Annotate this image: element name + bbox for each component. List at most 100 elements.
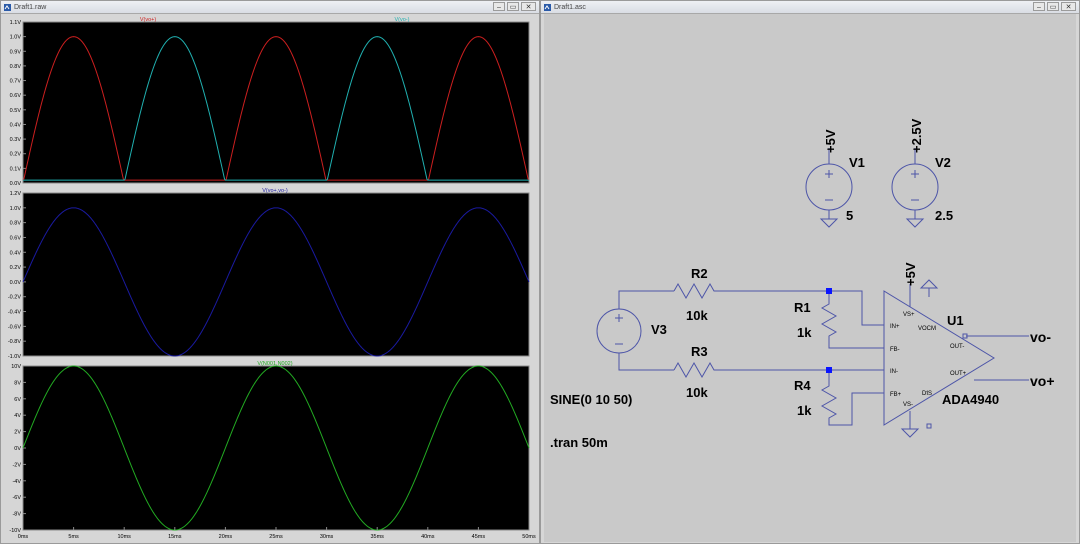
y-tick-label: 0.2V [10, 152, 22, 158]
y-tick-label: -0.8V [8, 339, 21, 345]
y-tick-label: 0.5V [10, 108, 22, 114]
schematic-window[interactable]: Draft1.asc – ▭ ✕ V1 5 +5V V2 2.5 +2.5V V… [540, 0, 1080, 544]
window-title: Draft1.raw [14, 3, 47, 11]
r3-value: 10k [686, 385, 708, 400]
y-tick-label: 4V [14, 413, 21, 419]
x-tick-label: 10ms [117, 534, 131, 540]
restore-button[interactable]: ▭ [1047, 2, 1059, 11]
x-tick-label: 30ms [320, 534, 334, 540]
y-tick-label: 1.2V [10, 191, 22, 197]
x-tick-label: 25ms [269, 534, 283, 540]
y-tick-label: 0.6V [10, 93, 22, 99]
pin-fbm: FB- [890, 347, 900, 353]
y-tick-label: 2V [14, 430, 21, 436]
minimize-button[interactable]: – [493, 2, 505, 11]
y-tick-label: 0.0V [10, 280, 22, 286]
y-tick-label: -8V [12, 512, 21, 518]
v3-value: SINE(0 10 50) [550, 392, 632, 407]
app-icon [4, 3, 11, 11]
legend-label: V(vo+,vo-) [262, 188, 288, 194]
pin-vsm: VS- [903, 402, 913, 408]
legend-label: V(vo+) [140, 17, 157, 23]
y-tick-label: 0.2V [10, 265, 22, 271]
minimize-button[interactable]: – [1033, 2, 1045, 11]
v2-net: +2.5V [909, 118, 924, 153]
r4-value: 1k [797, 403, 812, 418]
close-button[interactable]: ✕ [521, 2, 536, 11]
amplifier-u1[interactable] [883, 279, 1029, 438]
spice-directive: .tran 50m [550, 435, 608, 450]
close-button[interactable]: ✕ [1061, 2, 1076, 11]
r2-value: 10k [686, 308, 708, 323]
restore-button[interactable]: ▭ [507, 2, 519, 11]
r1-name: R1 [794, 300, 811, 315]
y-tick-label: 0V [14, 446, 21, 452]
junction-dot [826, 367, 832, 373]
resistor-r2[interactable] [673, 282, 829, 300]
v1-value: 5 [846, 208, 853, 223]
y-tick-label: 10V [11, 364, 21, 370]
y-tick-label: 1.1V [10, 20, 22, 26]
waveform-plot-area[interactable]: 1.1V 1.0V 0.9V 0.8V 0.7V 0.6V 0.5V 0.4V 0.3V 0.2V… [1, 14, 539, 544]
v2-value: 2.5 [935, 208, 953, 223]
resistor-r4[interactable] [820, 370, 884, 426]
y-tick-label: -6V [12, 495, 21, 501]
y-tick-label: -0.4V [8, 310, 21, 316]
y-tick-label: 0.4V [10, 250, 22, 256]
y-tick-label: 0.6V [10, 235, 22, 241]
y-tick-label: -4V [12, 479, 21, 485]
v1-name: V1 [849, 155, 865, 170]
y-tick-label: 0.3V [10, 137, 22, 143]
u1-supply-net: +5V [903, 262, 918, 286]
waveform-window[interactable]: Draft1.raw – ▭ ✕ 1.1V 1.0V 0.9V 0.8V 0.7V 0.6… [0, 0, 540, 544]
pin-fbp: FB+ [890, 392, 902, 398]
schematic-drawing[interactable]: V1 5 +5V V2 2.5 +2.5V V3 SINE(0 10 50) R… [544, 14, 1076, 542]
resistor-r3[interactable] [673, 361, 829, 379]
plot-pane [22, 21, 530, 184]
r1-value: 1k [797, 325, 812, 340]
junction-dot [826, 288, 832, 294]
x-tick-label: 15ms [168, 534, 182, 540]
pin-vocm: VOCM [918, 326, 936, 332]
v3-name: V3 [651, 322, 667, 337]
x-tick-label: 50ms [522, 534, 536, 540]
x-tick-label: 5ms [68, 534, 79, 540]
r2-name: R2 [691, 266, 708, 281]
x-tick-label: 40ms [421, 534, 435, 540]
waveform-titlebar[interactable]: Draft1.raw – ▭ ✕ [1, 1, 539, 14]
x-tick-label: 20ms [219, 534, 233, 540]
r3-name: R3 [691, 344, 708, 359]
x-tick-label: 0ms [18, 534, 29, 540]
y-tick-label: 0.0V [10, 181, 22, 187]
y-tick-label: -1.0V [8, 354, 21, 360]
y-tick-label: 0.8V [10, 221, 22, 227]
y-tick-label: 0.9V [10, 49, 22, 55]
plot-pane [22, 192, 530, 357]
legend-label: V(N001,N002) [257, 361, 292, 367]
y-tick-label: 1.0V [10, 35, 22, 41]
pin-vsp: VS+ [903, 312, 915, 318]
schematic-canvas[interactable]: V1 5 +5V V2 2.5 +2.5V V3 SINE(0 10 50) R… [544, 14, 1076, 542]
y-tick-label: 6V [14, 397, 21, 403]
y-tick-label: -2V [12, 462, 21, 468]
net-label-vo-plus: vo+ [1030, 373, 1055, 389]
pin-inm: IN- [890, 369, 898, 375]
y-tick-label: -0.2V [8, 295, 21, 301]
y-tick-label: 1.0V [10, 206, 22, 212]
y-tick-label: 0.4V [10, 122, 22, 128]
v2-name: V2 [935, 155, 951, 170]
schematic-titlebar[interactable]: Draft1.asc – ▭ ✕ [541, 1, 1079, 14]
legend-label: V(vo-) [395, 17, 410, 23]
pin-dis: DIS [922, 391, 932, 397]
pin-inp: IN+ [890, 324, 900, 330]
net-label-vo-minus: vo- [1030, 329, 1051, 345]
u1-name: U1 [947, 313, 964, 328]
x-tick-label: 35ms [370, 534, 384, 540]
window-title: Draft1.asc [554, 3, 586, 11]
u1-part: ADA4940 [942, 392, 999, 407]
resistor-r1[interactable] [820, 291, 862, 349]
v1-net: +5V [823, 129, 838, 153]
voltage-source-v2[interactable] [891, 148, 939, 228]
y-tick-label: 0.8V [10, 64, 22, 70]
x-tick-label: 45ms [472, 534, 486, 540]
